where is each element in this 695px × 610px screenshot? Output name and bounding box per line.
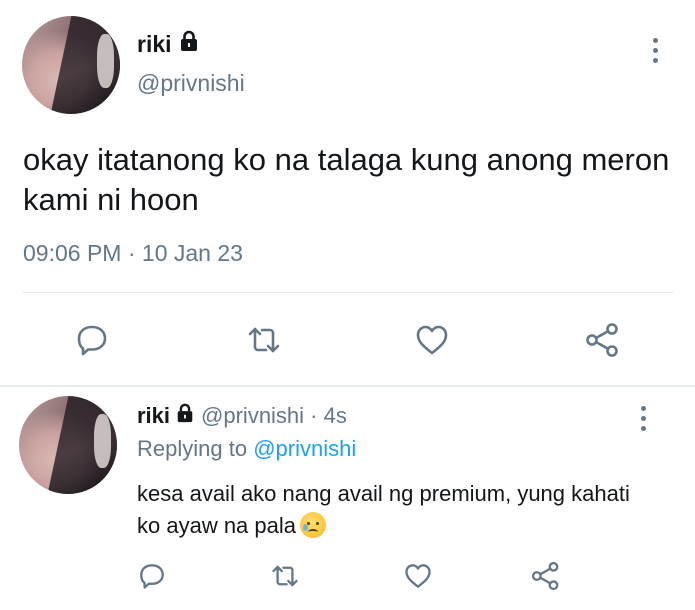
- reply-header: riki @privnishi · 4s: [137, 403, 347, 429]
- crying-face-emoji: [300, 512, 326, 538]
- tweet-text: okay itatanong ko na talaga kung anong m…: [23, 142, 670, 217]
- more-vertical-icon[interactable]: [652, 38, 658, 63]
- heart-icon[interactable]: [402, 560, 434, 592]
- lock-icon: [175, 403, 195, 429]
- tweet-date: 10 Jan 23: [141, 240, 243, 266]
- retweet-icon[interactable]: [269, 560, 301, 592]
- tweet-time: 09:06 PM: [23, 240, 122, 266]
- tweet-text: kesa avail ako nang avail ng premium, yu…: [137, 478, 657, 542]
- display-name-text: riki: [137, 30, 172, 57]
- username-and-time[interactable]: @privnishi · 4s: [201, 403, 347, 429]
- lock-icon: [178, 30, 200, 58]
- avatar[interactable]: [19, 396, 117, 494]
- divider: [23, 292, 673, 293]
- share-icon[interactable]: [583, 320, 623, 360]
- avatar[interactable]: [22, 16, 120, 114]
- section-divider: [0, 385, 695, 387]
- reply-icon[interactable]: [72, 320, 112, 360]
- replying-to: Replying to @privnishi: [137, 436, 356, 462]
- reply-icon[interactable]: [136, 560, 168, 592]
- heart-icon[interactable]: [412, 320, 452, 360]
- retweet-icon[interactable]: [244, 320, 284, 360]
- replying-to-label: Replying to: [137, 436, 248, 461]
- more-vertical-icon[interactable]: [640, 406, 646, 431]
- tweet-timestamp: 09:06 PM · 10 Jan 23: [23, 240, 243, 267]
- reply-text-content: kesa avail ako nang avail ng premium, yu…: [137, 481, 630, 538]
- username[interactable]: @privnishi: [137, 70, 245, 97]
- display-name[interactable]: riki: [137, 403, 195, 429]
- meta-separator: ·: [127, 240, 136, 266]
- share-icon[interactable]: [529, 559, 563, 593]
- mention-link[interactable]: @privnishi: [253, 436, 356, 461]
- display-name-text: riki: [137, 403, 171, 428]
- display-name[interactable]: riki: [137, 30, 200, 58]
